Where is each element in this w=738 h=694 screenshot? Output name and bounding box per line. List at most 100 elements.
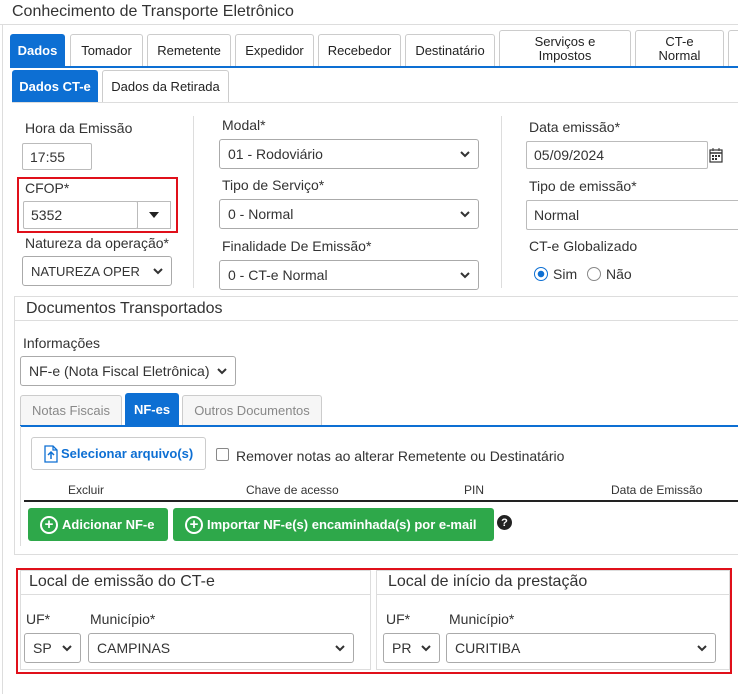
column-divider — [193, 116, 194, 288]
municipio-emissao-label: Município* — [90, 611, 156, 627]
chevron-down-icon — [335, 645, 345, 652]
adicionar-nfe-label: Adicionar NF-e — [62, 517, 155, 532]
tab-remetente[interactable]: Remetente — [147, 34, 231, 66]
modal-select[interactable]: 01 - Rodoviário — [219, 139, 479, 169]
radio-sim-label: Sim — [553, 266, 578, 282]
calendar-icon[interactable] — [709, 147, 723, 166]
main-tabs-underline — [10, 66, 738, 68]
outer-border — [2, 24, 3, 694]
municipio-inicio-label: Município* — [449, 611, 515, 627]
tipo-servico-value: 0 - Normal — [228, 206, 294, 222]
sub-tabs-divider — [12, 102, 738, 103]
caret-down-icon — [148, 212, 159, 218]
adicionar-nfe-button[interactable]: + Adicionar NF-e — [28, 508, 168, 541]
subtab-dados-cte[interactable]: Dados CT-e — [12, 70, 98, 102]
globalizado-sim-option[interactable]: Sim — [534, 266, 577, 282]
chevron-down-icon — [153, 268, 163, 275]
uf-inicio-label: UF* — [386, 611, 411, 627]
tab-outros-documentos[interactable]: Outros Documentos — [182, 395, 322, 425]
cfop-dropdown-button[interactable] — [137, 201, 171, 229]
chevron-down-icon — [460, 151, 470, 158]
tab-destinatario[interactable]: Destinatário — [405, 34, 495, 66]
municipio-emissao-value: CAMPINAS — [97, 640, 171, 656]
chevron-down-icon — [62, 645, 72, 652]
finalidade-value: 0 - CT-e Normal — [228, 267, 328, 283]
municipio-inicio-value: CURITIBA — [455, 640, 521, 656]
informacoes-value: NF-e (Nota Fiscal Eletrônica) — [29, 363, 210, 379]
documentos-header-divider — [15, 320, 738, 321]
chevron-down-icon — [697, 645, 707, 652]
col-excluir: Excluir — [68, 483, 105, 497]
col-chave-acesso: Chave de acesso — [246, 483, 339, 497]
col-pin: PIN — [464, 483, 485, 497]
importar-nfe-button[interactable]: + Importar NF-e(s) encaminhada(s) por e-… — [173, 508, 494, 541]
uf-emissao-select[interactable]: SP — [24, 633, 81, 663]
tab-notas-fiscais[interactable]: Notas Fiscais — [20, 395, 122, 425]
column-divider — [501, 116, 502, 288]
col-data-emissao: Data de Emissão — [611, 483, 703, 497]
tipo-emissao-label: Tipo de emissão* — [529, 178, 637, 194]
informacoes-label: Informações — [23, 335, 101, 351]
natureza-label: Natureza da operação* — [25, 235, 169, 251]
uf-inicio-select[interactable]: PR — [383, 633, 440, 663]
radio-nao[interactable] — [587, 267, 601, 281]
informacoes-select[interactable]: NF-e (Nota Fiscal Eletrônica) — [20, 356, 236, 386]
hora-emissao-label: Hora da Emissão — [25, 120, 133, 136]
modal-value: 01 - Rodoviário — [228, 146, 323, 162]
remover-notas-checkbox[interactable] — [216, 448, 229, 461]
uf-emissao-value: SP — [33, 640, 52, 656]
local-inicio-title: Local de início da prestação — [388, 573, 588, 590]
uf-emissao-label: UF* — [26, 611, 51, 627]
file-upload-icon — [44, 444, 58, 463]
local-inicio-divider — [377, 594, 729, 595]
remover-notas-label: Remover notas ao alterar Remetente ou De… — [236, 448, 565, 464]
municipio-emissao-select[interactable]: CAMPINAS — [88, 633, 354, 663]
documentos-inner-border — [20, 426, 21, 546]
cfop-label: CFOP* — [25, 180, 70, 196]
importar-nfe-label: Importar NF-e(s) encaminhada(s) por e-ma… — [207, 517, 477, 532]
tab-recebedor[interactable]: Recebedor — [318, 34, 401, 66]
selecionar-arquivo-label: Selecionar arquivo(s) — [61, 446, 194, 461]
tipo-servico-label: Tipo de Serviço* — [222, 177, 325, 193]
tab-expedidor[interactable]: Expedidor — [235, 34, 314, 66]
hora-emissao-input[interactable]: 17:55 — [22, 143, 92, 170]
natureza-select[interactable]: NATUREZA OPER — [22, 256, 172, 286]
selecionar-arquivo-button[interactable]: Selecionar arquivo(s) — [31, 437, 206, 470]
globalizado-nao-option[interactable]: Não — [587, 266, 632, 282]
local-emissao-divider — [21, 594, 370, 595]
tab-dados[interactable]: Dados — [10, 34, 65, 66]
municipio-inicio-select[interactable]: CURITIBA — [446, 633, 716, 663]
chevron-down-icon — [460, 211, 470, 218]
tab-overflow[interactable] — [728, 30, 738, 66]
subtab-dados-retirada[interactable]: Dados da Retirada — [102, 70, 229, 102]
documentos-title: Documentos Transportados — [26, 300, 223, 317]
tipo-emissao-select[interactable]: Normal — [526, 200, 738, 230]
finalidade-label: Finalidade De Emissão* — [222, 238, 372, 254]
natureza-value: NATUREZA OPER — [31, 263, 140, 279]
cfop-input[interactable]: 5352 — [23, 201, 138, 229]
tab-cte-normal[interactable]: CT-e Normal — [635, 30, 724, 66]
chevron-down-icon — [421, 645, 431, 652]
chevron-down-icon — [217, 368, 227, 375]
globalizado-label: CT-e Globalizado — [529, 238, 638, 254]
modal-label: Modal* — [222, 117, 266, 133]
tab-tomador[interactable]: Tomador — [70, 34, 143, 66]
radio-sim[interactable] — [534, 267, 548, 281]
data-emissao-input[interactable]: 05/09/2024 — [526, 141, 708, 169]
chevron-down-icon — [460, 272, 470, 279]
table-header-rule — [24, 500, 738, 502]
plus-circle-icon: + — [40, 515, 58, 534]
radio-nao-label: Não — [606, 266, 632, 282]
tipo-servico-select[interactable]: 0 - Normal — [219, 199, 479, 229]
local-emissao-title: Local de emissão do CT-e — [29, 573, 215, 590]
page-title: Conhecimento de Transporte Eletrônico — [12, 3, 294, 20]
title-divider — [0, 24, 738, 25]
documentos-tabs-underline — [20, 425, 738, 427]
uf-inicio-value: PR — [392, 640, 412, 656]
tab-nf-es[interactable]: NF-es — [125, 393, 179, 425]
help-icon[interactable]: ? — [497, 515, 512, 530]
finalidade-select[interactable]: 0 - CT-e Normal — [219, 260, 479, 290]
plus-circle-icon: + — [185, 515, 203, 534]
data-emissao-label: Data emissão* — [529, 119, 621, 135]
tab-servicos-impostos[interactable]: Serviços e Impostos — [499, 30, 631, 66]
